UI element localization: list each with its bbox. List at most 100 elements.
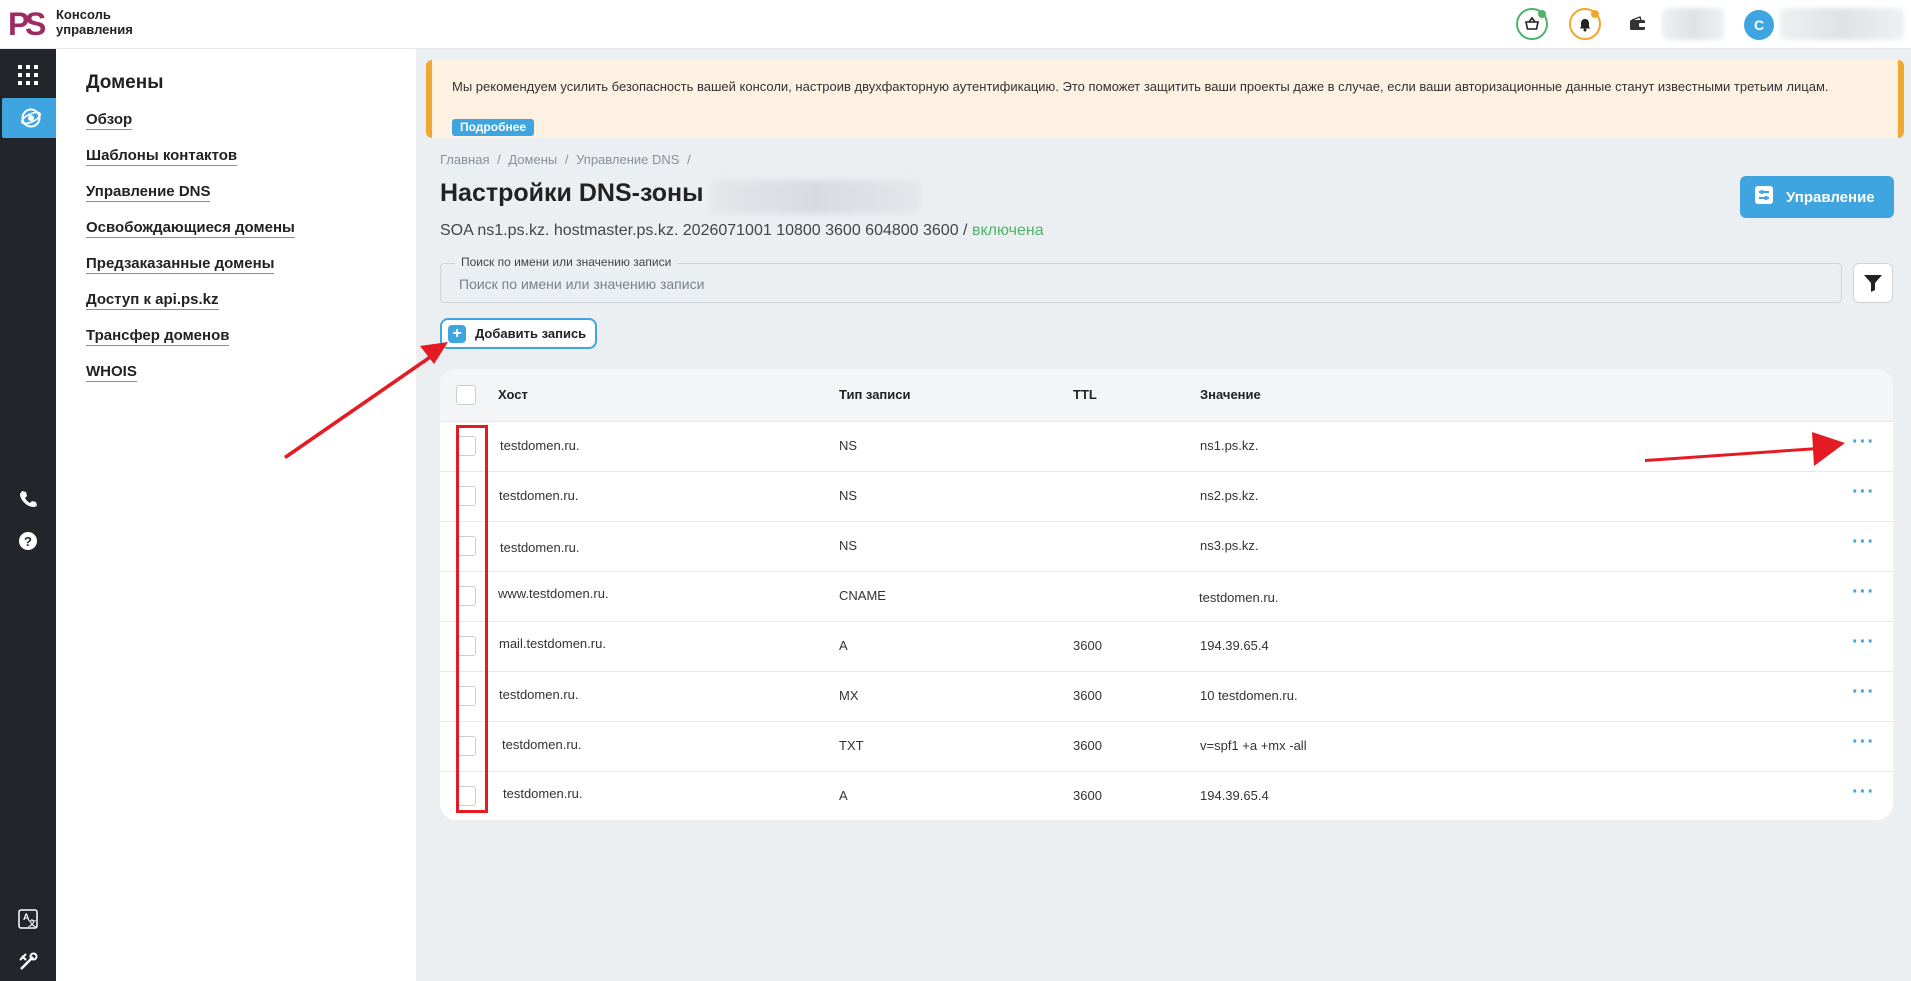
row-actions-icon[interactable]: ··· <box>1852 782 1875 802</box>
breadcrumb-separator: / <box>497 152 501 167</box>
table-row[interactable]: testdomen.ru. TXT 3600 v=spf1 +a +mx -al… <box>440 721 1893 771</box>
table-row[interactable]: testdomen.ru. NS ns3.ps.kz. ··· <box>440 521 1893 571</box>
soa-record: SOA ns1.ps.kz. hostmaster.ps.kz. 2026071… <box>440 222 1044 240</box>
wallet-icon[interactable] <box>1622 8 1654 40</box>
more-info-button[interactable]: Подробнее <box>452 119 535 136</box>
record-host: testdomen.ru. <box>499 488 579 503</box>
add-record-button[interactable]: + Добавить запись <box>440 318 597 349</box>
svg-text:S: S <box>25 6 46 40</box>
translate-icon[interactable]: A文 <box>0 904 56 934</box>
row-actions-icon[interactable]: ··· <box>1852 582 1875 602</box>
cart-icon[interactable] <box>1516 8 1548 40</box>
ps-logo-icon[interactable]: P S <box>8 6 46 40</box>
svg-text:?: ? <box>24 534 32 549</box>
row-actions-icon[interactable]: ··· <box>1852 682 1875 702</box>
record-type: MX <box>839 688 859 703</box>
security-alert: Мы рекомендуем усилить безопасность ваше… <box>426 60 1904 138</box>
apps-grid-icon[interactable] <box>0 55 56 95</box>
checkbox-highlight-box <box>456 425 488 813</box>
alert-text: Мы рекомендуем усилить безопасность ваше… <box>452 79 1829 94</box>
sidebar-item-whois[interactable]: WHOIS <box>86 363 137 382</box>
table-row[interactable]: testdomen.ru. A 3600 194.39.65.4 ··· <box>440 771 1893 820</box>
sidebar-item-dns-management[interactable]: Управление DNS <box>86 183 211 202</box>
table-row[interactable]: testdomen.ru. NS ns1.ps.kz. ··· <box>440 421 1893 471</box>
breadcrumb-separator: / <box>687 152 691 167</box>
record-value: 10 testdomen.ru. <box>1200 688 1298 703</box>
search-input[interactable] <box>459 273 1819 295</box>
plus-icon: + <box>448 324 466 343</box>
record-type: TXT <box>839 738 864 753</box>
record-value: ns2.ps.kz. <box>1200 488 1259 503</box>
soa-text: SOA ns1.ps.kz. hostmaster.ps.kz. 2026071… <box>440 222 959 239</box>
sidebar-item-domain-transfer[interactable]: Трансфер доменов <box>86 327 230 346</box>
svg-text:文: 文 <box>28 918 37 928</box>
page-title: Настройки DNS-зоны <box>440 179 704 207</box>
manage-button[interactable]: Управление <box>1740 176 1894 218</box>
row-actions-icon[interactable]: ··· <box>1852 432 1875 452</box>
record-host: testdomen.ru. <box>499 687 579 702</box>
record-value: testdomen.ru. <box>1199 590 1279 605</box>
record-type: CNAME <box>839 588 886 603</box>
row-actions-icon[interactable]: ··· <box>1852 632 1875 652</box>
avatar[interactable]: С <box>1744 10 1774 40</box>
sidebar-item-contact-templates[interactable]: Шаблоны контактов <box>86 147 238 166</box>
manage-button-label: Управление <box>1786 188 1875 206</box>
sidebar-item-preordered-domains[interactable]: Предзаказанные домены <box>86 255 275 274</box>
table-row[interactable]: www.testdomen.ru. CNAME testdomen.ru. ··… <box>440 571 1893 621</box>
sidebar-title: Домены <box>86 72 164 93</box>
record-type: A <box>839 788 848 803</box>
table-row[interactable]: mail.testdomen.ru. A 3600 194.39.65.4 ··… <box>440 621 1893 671</box>
record-host: testdomen.ru. <box>503 786 583 801</box>
record-host: www.testdomen.ru. <box>498 586 609 601</box>
top-bar: P S Консоль управления С <box>0 0 1911 49</box>
record-host: testdomen.ru. <box>500 438 580 453</box>
tools-icon[interactable] <box>0 947 56 977</box>
breadcrumb-dns[interactable]: Управление DNS <box>576 152 679 167</box>
breadcrumb-home[interactable]: Главная <box>440 152 489 167</box>
table-header: Хост Тип записи TTL Значение <box>440 369 1893 421</box>
breadcrumb-separator: / <box>564 152 569 167</box>
bell-icon[interactable] <box>1569 8 1601 40</box>
search-label: Поиск по имени или значению записи <box>455 255 678 269</box>
select-all-checkbox[interactable] <box>456 385 476 405</box>
search-field[interactable]: Поиск по имени или значению записи <box>440 255 1842 303</box>
table-row[interactable]: testdomen.ru. NS ns2.ps.kz. ··· <box>440 471 1893 521</box>
row-actions-icon[interactable]: ··· <box>1852 732 1875 752</box>
record-type: A <box>839 638 848 653</box>
filter-button[interactable] <box>1853 263 1893 303</box>
record-value: ns3.ps.kz. <box>1200 538 1259 553</box>
record-value: 194.39.65.4 <box>1200 788 1269 803</box>
table-row[interactable]: testdomen.ru. MX 3600 10 testdomen.ru. ·… <box>440 671 1893 721</box>
account-name[interactable] <box>1780 8 1904 40</box>
sidebar-item-overview[interactable]: Обзор <box>86 111 133 130</box>
domains-globe-icon[interactable] <box>2 98 60 138</box>
record-ttl: 3600 <box>1073 738 1102 753</box>
record-value: 194.39.65.4 <box>1200 638 1269 653</box>
row-actions-icon[interactable]: ··· <box>1852 532 1875 552</box>
header-value[interactable]: Значение <box>1200 387 1261 402</box>
sidebar-item-expiring-domains[interactable]: Освобождающиеся домены <box>86 219 295 238</box>
record-type: NS <box>839 538 858 553</box>
breadcrumb: Главная / Домены / Управление DNS / <box>440 152 695 167</box>
console-title: Консоль управления <box>56 7 133 37</box>
record-ttl: 3600 <box>1073 788 1102 803</box>
record-host: mail.testdomen.ru. <box>499 636 606 651</box>
domains-sidebar: Домены Обзор Шаблоны контактов Управлени… <box>56 49 416 981</box>
header-ttl[interactable]: TTL <box>1073 387 1097 402</box>
record-ttl: 3600 <box>1073 638 1102 653</box>
main-content: Мы рекомендуем усилить безопасность ваше… <box>416 49 1911 981</box>
header-type[interactable]: Тип записи <box>839 387 911 402</box>
row-actions-icon[interactable]: ··· <box>1852 482 1875 502</box>
record-value: ns1.ps.kz. <box>1200 438 1259 453</box>
phone-icon[interactable] <box>0 479 56 519</box>
balance-value <box>1662 8 1724 40</box>
header-host[interactable]: Хост <box>498 387 528 402</box>
breadcrumb-domains[interactable]: Домены <box>508 152 557 167</box>
soa-separator: / <box>958 222 972 239</box>
sliders-icon <box>1754 185 1774 209</box>
nav-rail: ? A文 <box>0 49 60 981</box>
domain-name-blurred <box>710 180 920 214</box>
sidebar-item-api-access[interactable]: Доступ к api.ps.kz <box>86 291 219 310</box>
help-icon[interactable]: ? <box>0 521 56 561</box>
record-value: v=spf1 +a +mx -all <box>1200 738 1307 753</box>
